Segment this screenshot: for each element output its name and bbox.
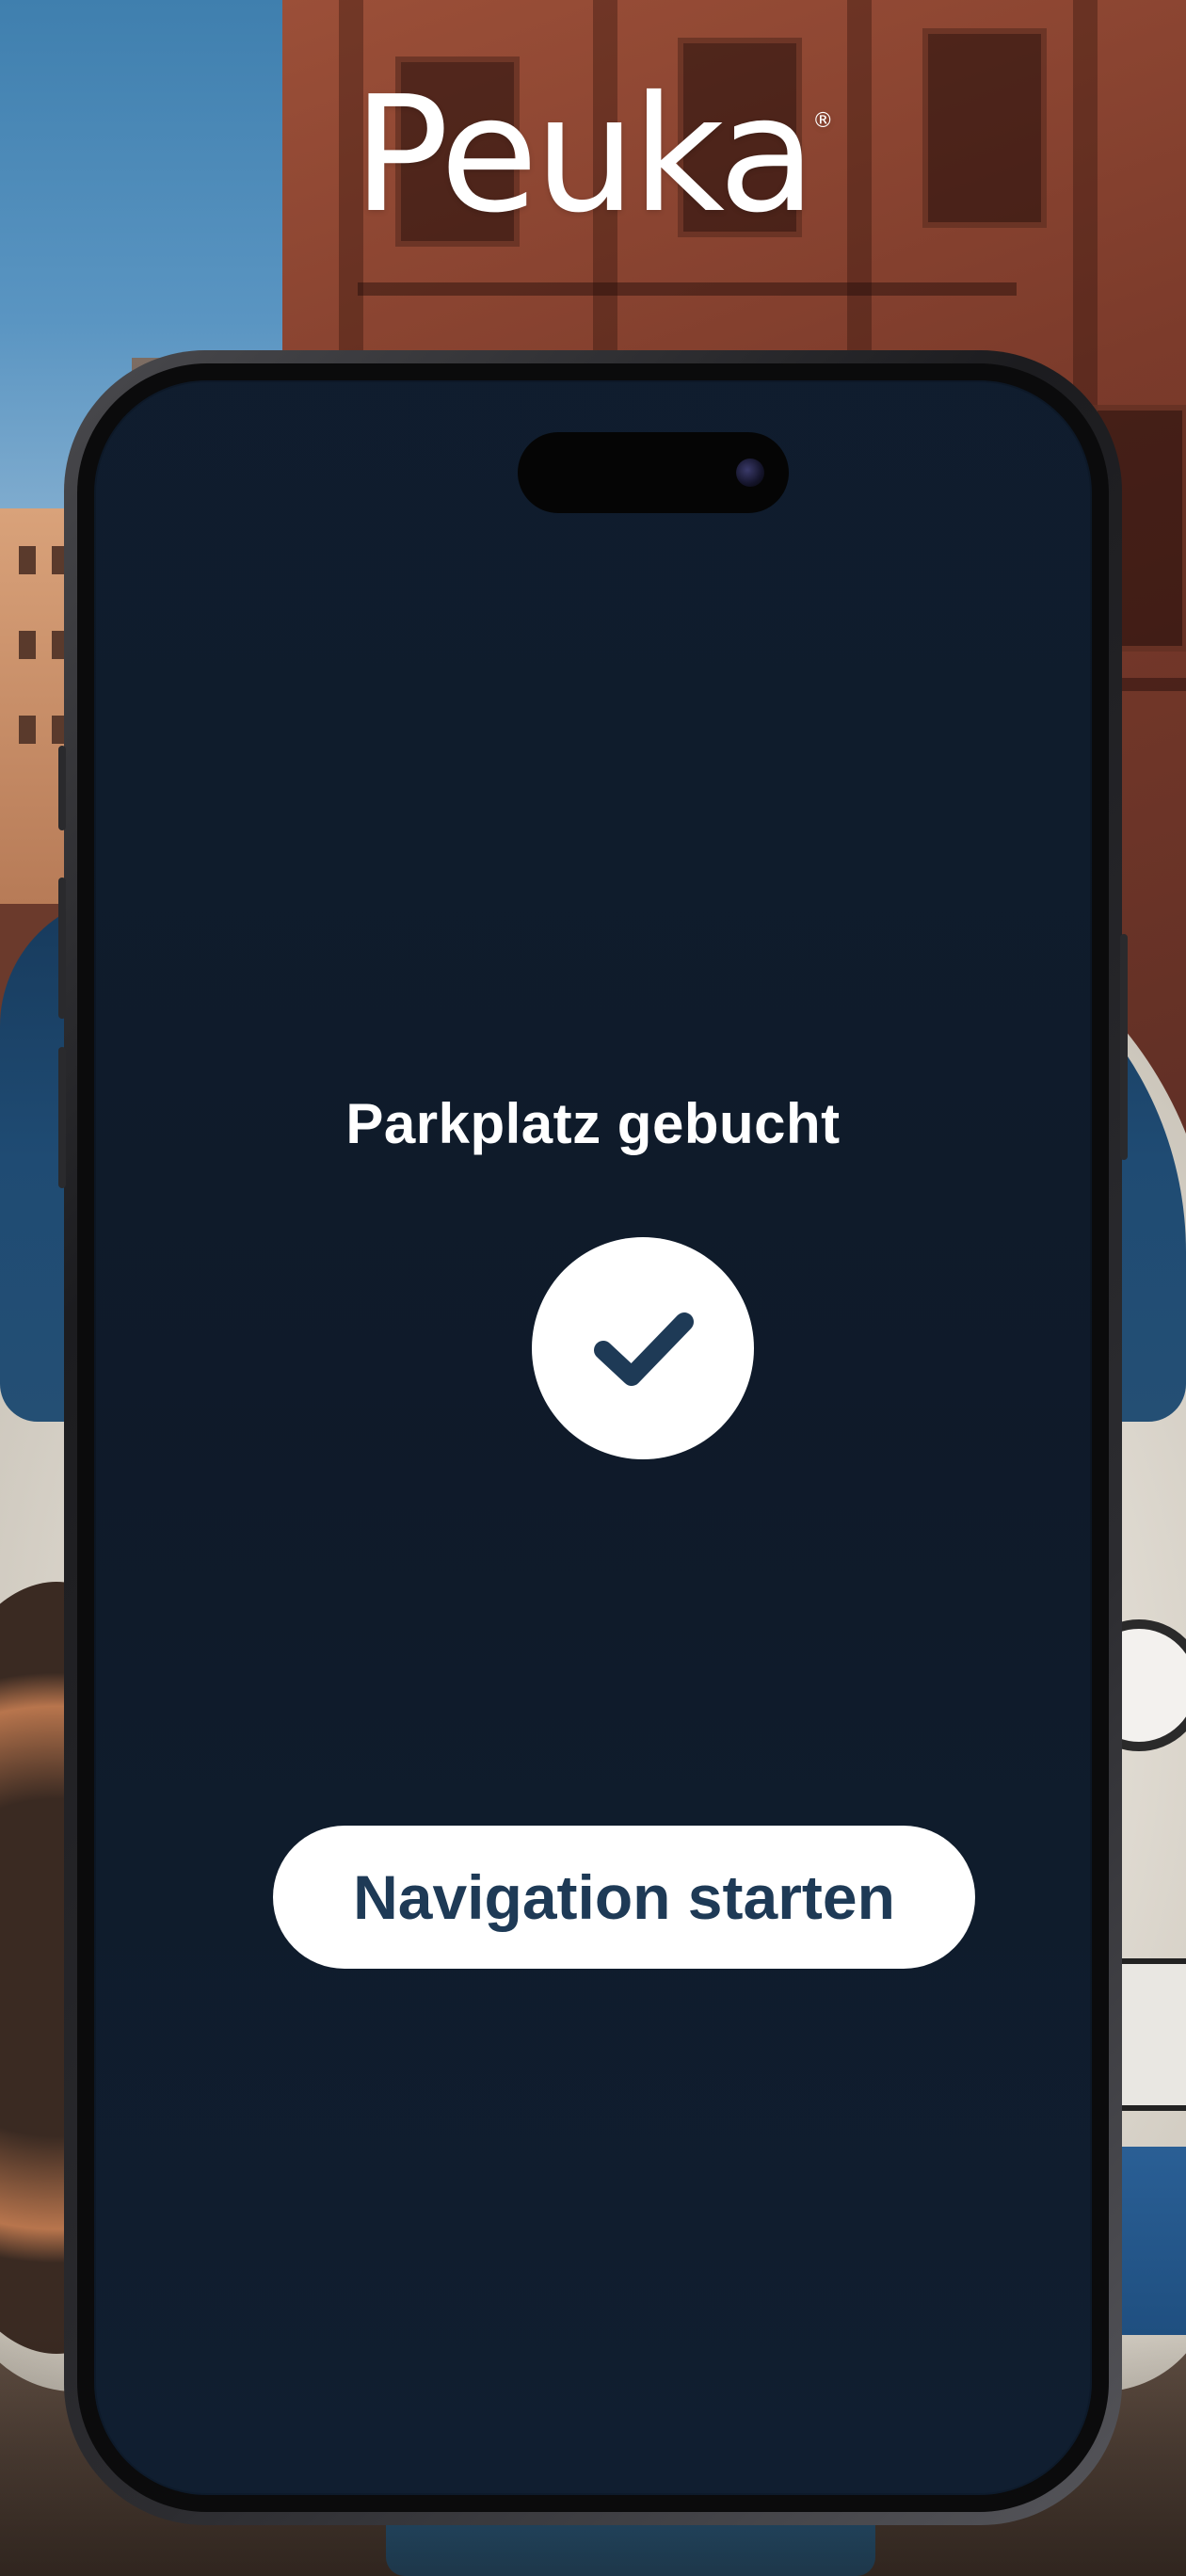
front-camera-icon bbox=[736, 459, 764, 487]
peuka-logo: Peuka® bbox=[0, 75, 1186, 235]
app-screen: Parkplatz gebucht Navigation starten bbox=[94, 380, 1092, 2495]
phone-power-button bbox=[1120, 934, 1128, 1160]
logo-text: Peuka bbox=[352, 62, 816, 249]
dynamic-island bbox=[518, 432, 789, 513]
phone-side-button bbox=[58, 746, 66, 830]
success-badge bbox=[532, 1237, 754, 1459]
start-navigation-button[interactable]: Navigation starten bbox=[273, 1826, 975, 1969]
phone-volume-up-button bbox=[58, 877, 66, 1019]
checkmark-icon bbox=[594, 1312, 694, 1386]
phone-bezel: Parkplatz gebucht Navigation starten bbox=[77, 363, 1109, 2512]
phone-volume-down-button bbox=[58, 1047, 66, 1188]
registered-mark: ® bbox=[812, 109, 834, 133]
booking-confirmation-title: Parkplatz gebucht bbox=[345, 1092, 841, 1155]
phone-frame: Parkplatz gebucht Navigation starten bbox=[58, 350, 1128, 2525]
